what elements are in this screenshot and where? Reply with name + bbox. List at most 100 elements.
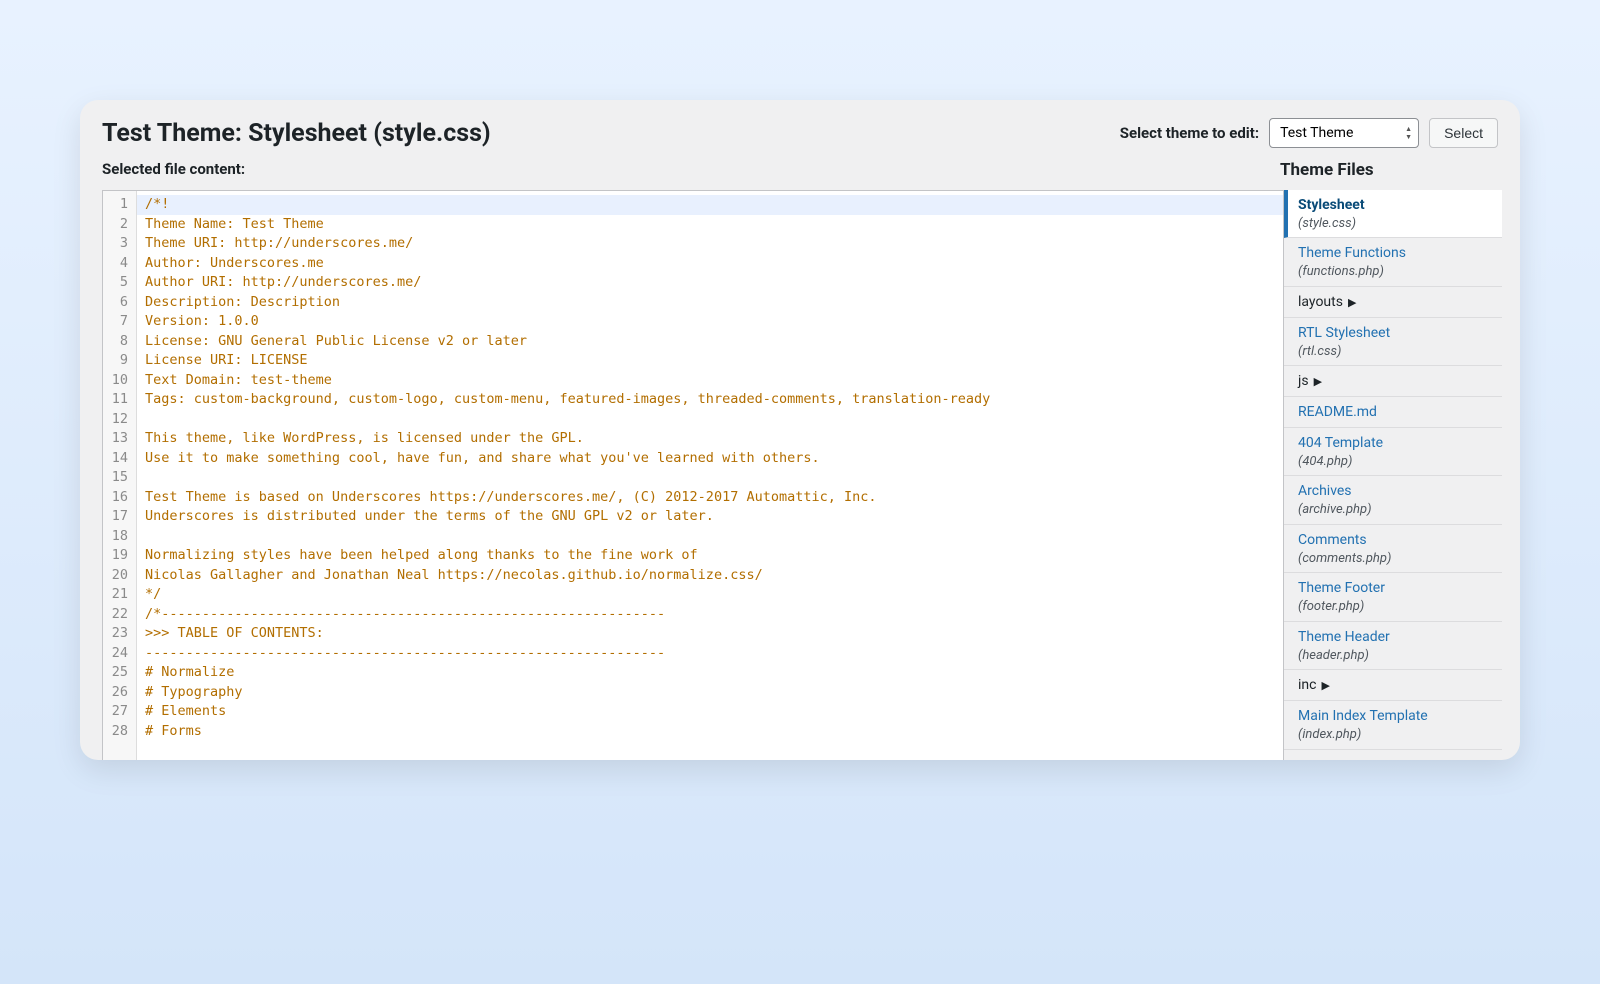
file-item[interactable]: README.md (1284, 397, 1502, 428)
content-row: 1234567891011121314151617181920212223242… (80, 190, 1520, 760)
file-desc: (footer.php) (1298, 598, 1490, 616)
file-name: Main Index Template (1298, 707, 1490, 726)
file-desc: (header.php) (1298, 647, 1490, 665)
line-number: 5 (107, 273, 128, 293)
line-number: 2 (107, 215, 128, 235)
code-line[interactable]: Normalizing styles have been helped alon… (145, 546, 1275, 566)
file-list[interactable]: Stylesheet(style.css)Theme Functions(fun… (1284, 190, 1502, 760)
code-line[interactable]: /*--------------------------------------… (145, 605, 1275, 625)
chevron-updown-icon: ▲▼ (1405, 126, 1412, 141)
theme-selector: Select theme to edit: Test Theme ▲▼ Sele… (1120, 118, 1498, 148)
file-name: js▶ (1298, 372, 1490, 391)
theme-files-sidebar: Stylesheet(style.css)Theme Functions(fun… (1284, 190, 1502, 760)
code-content[interactable]: /*!Theme Name: Test ThemeTheme URI: http… (137, 191, 1283, 760)
file-desc: (404.php) (1298, 453, 1490, 471)
selected-file-label: Selected file content: (102, 160, 245, 180)
file-desc: (comments.php) (1298, 550, 1490, 568)
line-number: 20 (107, 566, 128, 586)
code-line[interactable]: ----------------------------------------… (145, 644, 1275, 664)
file-item[interactable]: Theme Functions(functions.php) (1284, 238, 1502, 286)
file-name: layouts▶ (1298, 293, 1490, 312)
file-desc: (style.css) (1298, 215, 1490, 233)
file-name: inc▶ (1298, 676, 1490, 695)
file-name: RTL Stylesheet (1298, 324, 1490, 343)
line-number: 11 (107, 390, 128, 410)
chevron-right-icon: ▶ (1348, 296, 1356, 309)
code-line[interactable]: Theme Name: Test Theme (145, 215, 1275, 235)
code-line[interactable]: License URI: LICENSE (145, 351, 1275, 371)
file-item[interactable]: Comments(comments.php) (1284, 525, 1502, 573)
file-item[interactable]: Stylesheet(style.css) (1284, 190, 1502, 238)
code-line[interactable]: Description: Description (145, 293, 1275, 313)
theme-files-heading: Theme Files (1280, 160, 1498, 180)
file-item[interactable]: Main Index Template(index.php) (1284, 701, 1502, 749)
line-number: 8 (107, 332, 128, 352)
code-line[interactable]: Tags: custom-background, custom-logo, cu… (145, 390, 1275, 410)
code-line[interactable]: Author: Underscores.me (145, 254, 1275, 274)
code-line[interactable]: License: GNU General Public License v2 o… (145, 332, 1275, 352)
file-name: Archives (1298, 482, 1490, 501)
code-line[interactable]: Text Domain: test-theme (145, 371, 1275, 391)
file-item[interactable]: RTL Stylesheet(rtl.css) (1284, 318, 1502, 366)
folder-item[interactable]: js▶ (1284, 366, 1502, 397)
file-desc: (archive.php) (1298, 501, 1490, 519)
line-number: 3 (107, 234, 128, 254)
line-number: 4 (107, 254, 128, 274)
line-number: 7 (107, 312, 128, 332)
code-line[interactable]: Use it to make something cool, have fun,… (145, 449, 1275, 469)
theme-select-label: Select theme to edit: (1120, 124, 1259, 142)
file-desc: (functions.php) (1298, 263, 1490, 281)
code-line[interactable]: # Normalize (145, 663, 1275, 683)
theme-editor-panel: Test Theme: Stylesheet (style.css) Selec… (80, 100, 1520, 760)
code-line[interactable]: Version: 1.0.0 (145, 312, 1275, 332)
code-line[interactable]: Underscores is distributed under the ter… (145, 507, 1275, 527)
code-line[interactable]: Theme URI: http://underscores.me/ (145, 234, 1275, 254)
line-number: 19 (107, 546, 128, 566)
select-button[interactable]: Select (1429, 118, 1498, 148)
code-line[interactable]: Test Theme is based on Underscores https… (145, 488, 1275, 508)
code-line[interactable]: /*! (137, 195, 1283, 215)
subheader-row: Selected file content: Theme Files (80, 156, 1520, 190)
header-row: Test Theme: Stylesheet (style.css) Selec… (80, 100, 1520, 156)
line-number: 13 (107, 429, 128, 449)
code-line[interactable]: # Elements (145, 702, 1275, 722)
code-line[interactable]: Nicolas Gallagher and Jonathan Neal http… (145, 566, 1275, 586)
file-name: Theme Footer (1298, 579, 1490, 598)
code-line[interactable]: # Typography (145, 683, 1275, 703)
line-number: 27 (107, 702, 128, 722)
line-number: 28 (107, 722, 128, 742)
line-number: 1 (107, 195, 128, 215)
line-number: 15 (107, 468, 128, 488)
code-line[interactable] (145, 410, 1275, 430)
line-number: 9 (107, 351, 128, 371)
code-line[interactable]: # Forms (145, 722, 1275, 742)
theme-dropdown[interactable]: Test Theme ▲▼ (1269, 118, 1419, 148)
file-name: README.md (1298, 403, 1490, 422)
editor-scroll[interactable]: 1234567891011121314151617181920212223242… (103, 191, 1283, 760)
file-item[interactable]: Theme Header(header.php) (1284, 622, 1502, 670)
line-number: 21 (107, 585, 128, 605)
folder-item[interactable]: inc▶ (1284, 670, 1502, 701)
chevron-right-icon: ▶ (1321, 679, 1329, 692)
file-desc: (index.php) (1298, 726, 1490, 744)
code-line[interactable] (145, 527, 1275, 547)
line-number: 10 (107, 371, 128, 391)
file-item[interactable]: Archives(archive.php) (1284, 476, 1502, 524)
line-number: 18 (107, 527, 128, 547)
code-line[interactable] (145, 468, 1275, 488)
code-line[interactable]: */ (145, 585, 1275, 605)
code-line[interactable]: >>> TABLE OF CONTENTS: (145, 624, 1275, 644)
line-number: 23 (107, 624, 128, 644)
line-gutter: 1234567891011121314151617181920212223242… (103, 191, 137, 760)
file-desc: (rtl.css) (1298, 343, 1490, 361)
folder-item[interactable]: layouts▶ (1284, 287, 1502, 318)
line-number: 12 (107, 410, 128, 430)
file-item[interactable]: 404 Template(404.php) (1284, 428, 1502, 476)
chevron-right-icon: ▶ (1314, 375, 1322, 388)
code-line[interactable]: Author URI: http://underscores.me/ (145, 273, 1275, 293)
code-line[interactable]: This theme, like WordPress, is licensed … (145, 429, 1275, 449)
line-number: 24 (107, 644, 128, 664)
file-item[interactable]: Theme Footer(footer.php) (1284, 573, 1502, 621)
line-number: 6 (107, 293, 128, 313)
code-editor[interactable]: 1234567891011121314151617181920212223242… (102, 190, 1284, 760)
